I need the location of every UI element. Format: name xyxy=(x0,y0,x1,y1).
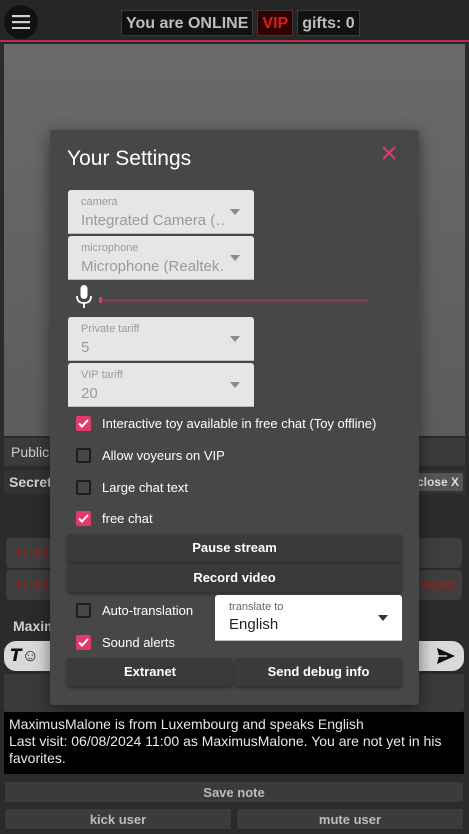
camera-label: camera xyxy=(81,196,118,208)
top-bar: You are ONLINE VIP gifts: 0 xyxy=(0,0,469,42)
checkbox-label: free chat xyxy=(102,510,153,526)
online-status: You are ONLINE xyxy=(121,10,254,36)
save-note-button[interactable]: Save note xyxy=(4,781,464,803)
chevron-down-icon xyxy=(230,255,240,261)
free-chat-checkbox[interactable]: free chat xyxy=(76,509,153,527)
hamburger-icon xyxy=(12,15,30,29)
private-tariff-value: 5 xyxy=(81,339,90,356)
checkbox-checked[interactable] xyxy=(76,634,91,650)
toy-available-checkbox[interactable]: Interactive toy available in free chat (… xyxy=(76,414,376,432)
checkbox-label: Sound alerts xyxy=(102,634,175,650)
format-emoji-icons[interactable]: 𝙏☺ xyxy=(10,646,39,666)
pause-stream-button[interactable]: Pause stream xyxy=(67,534,402,562)
send-debug-info-button[interactable]: Send debug info xyxy=(235,658,402,686)
check-icon xyxy=(78,418,89,428)
microphone-value: Microphone (Realtek… xyxy=(81,258,226,275)
close-icon[interactable] xyxy=(382,146,396,160)
checkbox-unchecked[interactable] xyxy=(76,479,91,495)
user-info-line: MaximusMalone is from Luxembourg and spe… xyxy=(9,716,364,732)
message-time: 11:00 xyxy=(14,545,48,561)
kick-user-button[interactable]: kick user xyxy=(4,808,232,830)
status-bar: You are ONLINE VIP gifts: 0 xyxy=(121,10,360,36)
check-icon xyxy=(78,637,89,647)
large-chat-text-checkbox[interactable]: Large chat text xyxy=(76,478,188,496)
checkbox-label: Interactive toy available in free chat (… xyxy=(102,415,377,431)
vip-badge: VIP xyxy=(257,10,294,36)
gifts-count: gifts: 0 xyxy=(297,10,360,36)
record-video-button[interactable]: Record video xyxy=(67,564,402,592)
vip-tariff-value: 20 xyxy=(81,385,98,402)
allow-voyeurs-checkbox[interactable]: Allow voyeurs on VIP xyxy=(76,446,225,464)
extranet-button[interactable]: Extranet xyxy=(67,658,233,686)
chevron-down-icon xyxy=(378,615,388,621)
settings-modal: Your Settings camera Integrated Camera (… xyxy=(50,130,419,705)
check-icon xyxy=(78,513,89,523)
auto-translation-checkbox[interactable]: Auto-translation xyxy=(76,601,193,619)
chevron-down-icon xyxy=(230,382,240,388)
camera-value: Integrated Camera (… xyxy=(81,212,226,229)
private-tariff-label: Private tariff xyxy=(81,323,140,335)
microphone-icon xyxy=(76,285,92,308)
app-root: You are ONLINE VIP gifts: 0 Public Secre… xyxy=(0,0,469,834)
checkbox-unchecked[interactable] xyxy=(76,602,91,618)
credits-text: credits xyxy=(415,576,457,592)
checkbox-checked[interactable] xyxy=(76,510,91,526)
chevron-down-icon xyxy=(230,209,240,215)
translate-to-label: translate to xyxy=(229,601,284,613)
close-secret-button[interactable]: close X xyxy=(412,473,463,491)
sound-alerts-checkbox[interactable]: Sound alerts xyxy=(76,633,175,651)
camera-select[interactable]: camera Integrated Camera (… xyxy=(68,190,254,234)
modal-title: Your Settings xyxy=(67,147,192,170)
checkbox-label: Allow voyeurs on VIP xyxy=(102,447,225,463)
checkbox-label: Auto-translation xyxy=(102,602,194,618)
message-time: 11:00 xyxy=(14,577,48,593)
user-info-line: Last visit: 06/08/2024 11:00 as MaximusM… xyxy=(9,733,442,766)
vip-tariff-select[interactable]: VIP tariff 20 xyxy=(68,363,254,407)
send-icon[interactable] xyxy=(436,647,456,665)
user-info-box: MaximusMalone is from Luxembourg and spe… xyxy=(4,712,464,774)
mic-level-indicator xyxy=(99,297,102,303)
mute-user-button[interactable]: mute user xyxy=(236,808,464,830)
translate-to-select[interactable]: translate to English xyxy=(215,595,402,641)
chevron-down-icon xyxy=(230,336,240,342)
microphone-label: microphone xyxy=(81,242,139,254)
menu-button[interactable] xyxy=(4,5,38,39)
microphone-select[interactable]: microphone Microphone (Realtek… xyxy=(68,236,254,280)
vip-tariff-label: VIP tariff xyxy=(81,369,123,381)
checkbox-unchecked[interactable] xyxy=(76,447,91,463)
checkbox-checked[interactable] xyxy=(76,415,91,431)
translate-to-value: English xyxy=(229,616,279,633)
mic-level-track xyxy=(100,299,368,302)
checkbox-label: Large chat text xyxy=(102,479,188,495)
private-tariff-select[interactable]: Private tariff 5 xyxy=(68,317,254,361)
